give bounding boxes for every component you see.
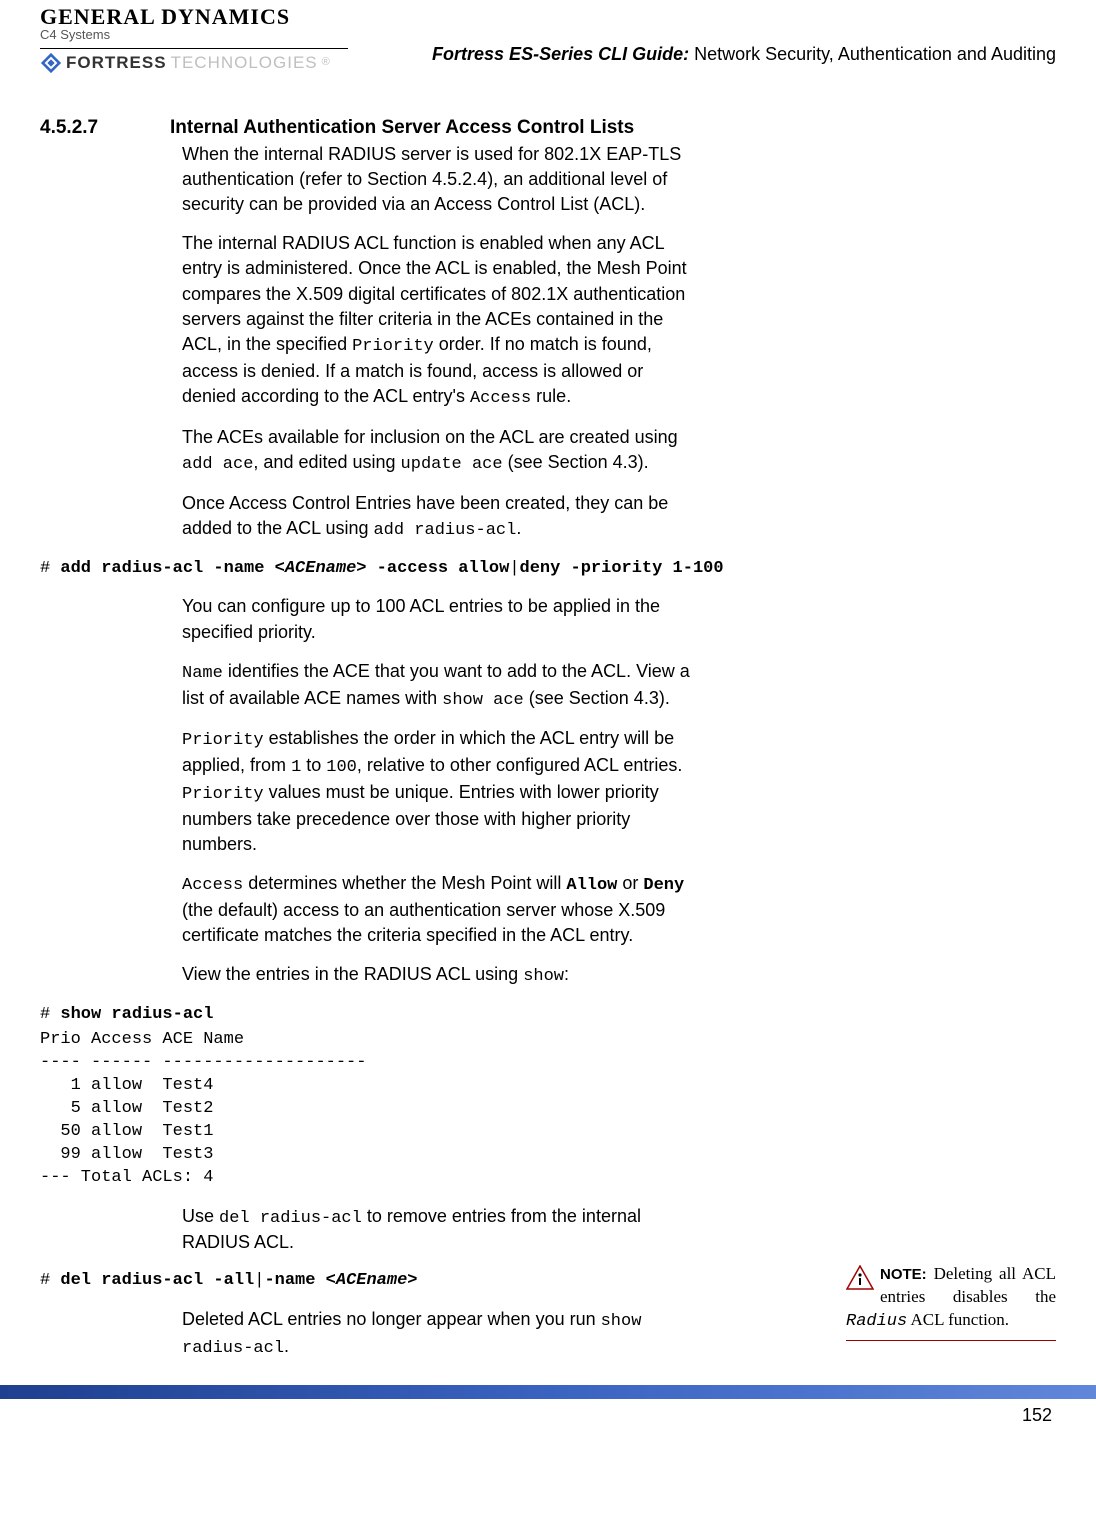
margin-note: NOTE: Deleting all ACL entries disables …	[846, 1263, 1056, 1341]
logo-divider	[40, 48, 348, 49]
cli-bold: add radius-acl -name	[60, 559, 274, 578]
cli-command-line: # show radius-acl	[40, 1003, 1056, 1027]
text-run: View the entries in the RADIUS ACL using	[182, 964, 523, 984]
registered-mark: ®	[322, 55, 331, 70]
header-guide-title: Fortress ES-Series CLI Guide:	[432, 44, 689, 64]
inline-code: show ace	[442, 691, 524, 710]
inline-code: update ace	[401, 455, 503, 474]
running-header: Fortress ES-Series CLI Guide: Network Se…	[432, 42, 1056, 67]
text-run: .	[284, 1336, 289, 1356]
text-run: , relative to other configured ACL entri…	[357, 755, 683, 775]
inline-code: Name	[182, 664, 223, 683]
inline-code: Priority	[352, 337, 434, 356]
header-guide-subtitle: Network Security, Authentication and Aud…	[689, 44, 1056, 64]
cli-bold: del radius-acl -all	[60, 1271, 254, 1290]
text-run: (see Section 4.3).	[503, 452, 649, 472]
footer-bar	[0, 1385, 1096, 1399]
note-inline-code: Radius	[846, 1312, 907, 1331]
cli-output: Prio Access ACE Name ---- ------ -------…	[40, 1029, 1056, 1190]
text-run: or	[617, 873, 643, 893]
body-paragraph: When the internal RADIUS server is used …	[182, 142, 692, 218]
section-heading-row: 4.5.2.7 Internal Authentication Server A…	[40, 115, 1056, 142]
cli-bold: -name	[264, 1271, 325, 1290]
fortress-diamond-icon	[40, 52, 62, 74]
text-run: .	[516, 518, 521, 538]
text-run: rule.	[531, 386, 571, 406]
text-run: determines whether the Mesh Point will	[243, 873, 566, 893]
body-paragraph: Priority establishes the order in which …	[182, 726, 692, 857]
cli-bold: show radius-acl	[60, 1005, 213, 1024]
technologies-word: TECHNOLOGIES	[171, 51, 318, 75]
cli-italic-arg: <ACEname>	[275, 559, 367, 578]
section-number: 4.5.2.7	[40, 115, 140, 142]
inline-code: Access	[470, 389, 531, 408]
inline-code: 1	[291, 758, 301, 777]
cli-pipe: |	[509, 559, 519, 578]
note-text: ACL function.	[907, 1310, 1009, 1329]
body-paragraph: Name identifies the ACE that you want to…	[182, 659, 692, 713]
inline-code: del radius-acl	[219, 1209, 362, 1228]
body-paragraph: The internal RADIUS ACL function is enab…	[182, 231, 692, 411]
cli-command-line: # add radius-acl -name <ACEname> -access…	[40, 557, 1056, 581]
text-run: :	[564, 964, 569, 984]
inline-code: Access	[182, 876, 243, 895]
inline-code: add ace	[182, 455, 253, 474]
cli-prompt: #	[40, 559, 60, 578]
text-run: to	[301, 755, 326, 775]
general-dynamics-logo: GENERAL DYNAMICS	[40, 6, 1056, 28]
body-paragraph: Use del radius-acl to remove entries fro…	[182, 1204, 692, 1256]
cli-prompt: #	[40, 1271, 60, 1290]
text-run: The ACEs available for inclusion on the …	[182, 427, 678, 447]
inline-code: add radius-acl	[373, 521, 516, 540]
text-run: (see Section 4.3).	[524, 688, 670, 708]
inline-code: 100	[326, 758, 357, 777]
body-paragraph: Deleted ACL entries no longer appear whe…	[182, 1307, 692, 1361]
inline-code: Deny	[643, 876, 684, 895]
inline-code: show	[523, 967, 564, 986]
cli-pipe: |	[254, 1271, 264, 1290]
fortress-word: FORTRESS	[66, 51, 167, 75]
text-run: , and edited using	[253, 452, 400, 472]
text-run: Use	[182, 1206, 219, 1226]
section-title: Internal Authentication Server Access Co…	[170, 115, 634, 142]
cli-bold: deny -priority 1-100	[520, 559, 724, 578]
info-triangle-icon	[846, 1265, 874, 1291]
inline-code: Priority	[182, 785, 264, 804]
body-paragraph: The ACEs available for inclusion on the …	[182, 425, 692, 477]
text-run: (the default) access to an authenticatio…	[182, 900, 665, 945]
body-paragraph: View the entries in the RADIUS ACL using…	[182, 962, 692, 989]
page-number: 152	[40, 1403, 1056, 1428]
cli-bold: -access allow	[366, 559, 509, 578]
cli-prompt: #	[40, 1005, 60, 1024]
note-rule	[846, 1340, 1056, 1341]
text-run: Deleted ACL entries no longer appear whe…	[182, 1309, 601, 1329]
inline-code: Priority	[182, 731, 264, 750]
body-paragraph: Once Access Control Entries have been cr…	[182, 491, 692, 543]
cli-italic-arg: <ACEname>	[326, 1271, 418, 1290]
note-label: NOTE:	[880, 1266, 927, 1283]
body-paragraph: Access determines whether the Mesh Point…	[182, 871, 692, 948]
body-paragraph: You can configure up to 100 ACL entries …	[182, 594, 692, 644]
inline-code: Allow	[566, 876, 617, 895]
